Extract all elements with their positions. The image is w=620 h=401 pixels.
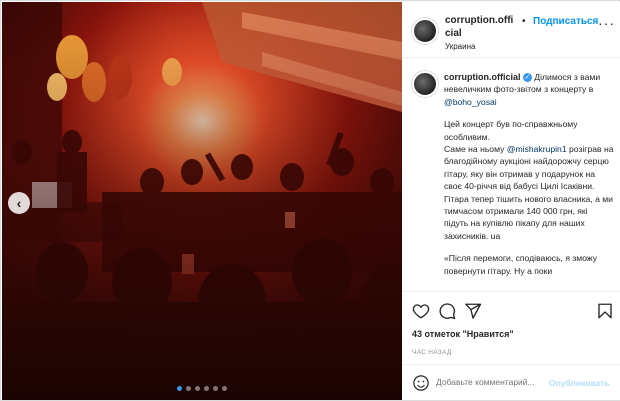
post-header: corruption.official • Подписаться ··· Ук… [402,2,620,58]
header-username[interactable]: corruption.official [445,14,517,40]
mention-link[interactable]: @mishakrupin1 [507,144,567,154]
avatar[interactable] [412,71,438,97]
post-side-panel: corruption.official • Подписаться ··· Ук… [402,2,620,400]
post-timestamp[interactable]: ЧАС НАЗАД [412,349,452,356]
instagram-post-modal: ‹ corruption.official • Подписаться ··· … [0,0,620,401]
carousel-dot [204,386,209,391]
comment-bar: Опубликовать [402,364,620,400]
mention-link[interactable]: @boho_yosai [444,97,497,107]
caption-line: розіграв на благодійному аукціоні найдор… [444,144,614,241]
more-horizontal-icon[interactable]: ··· [598,16,615,30]
location-label[interactable]: Украина [445,42,475,51]
likes-count[interactable]: 43 отметок "Нравится" [412,329,514,339]
chevron-left-icon: ‹ [16,195,22,211]
carousel-dot [177,386,182,391]
caption-username[interactable]: corruption.official [444,72,521,82]
heart-icon[interactable] [412,302,430,320]
caption-line: Цей концерт був по-справжньому особливим… [444,119,578,142]
carousel-prev-button[interactable]: ‹ [8,192,30,214]
concert-photo-image [2,2,402,400]
publish-button[interactable]: Опубликовать [549,378,610,388]
comment-input[interactable] [436,377,544,387]
comment-icon[interactable] [438,302,456,320]
carousel-indicator [2,386,402,391]
separator-dot: • [522,16,526,27]
emoji-icon[interactable] [412,374,430,392]
share-icon[interactable] [464,302,482,320]
follow-button[interactable]: Подписаться [533,16,598,27]
caption-text: corruption.official ✓ Ділимося з вами не… [444,71,614,287]
caption-line: Саме на ньому [444,144,507,155]
bookmark-icon[interactable] [596,302,614,320]
post-photo[interactable]: ‹ [2,2,402,400]
verified-badge-icon: ✓ [522,73,532,83]
carousel-dot [195,386,200,391]
carousel-dot [186,386,191,391]
post-caption: corruption.official ✓ Ділимося з вами не… [402,59,620,291]
avatar[interactable] [412,18,438,44]
caption-quote: «Після перемоги, сподіваюсь, я зможу пов… [444,253,598,276]
carousel-dot [222,386,227,391]
carousel-dot [213,386,218,391]
